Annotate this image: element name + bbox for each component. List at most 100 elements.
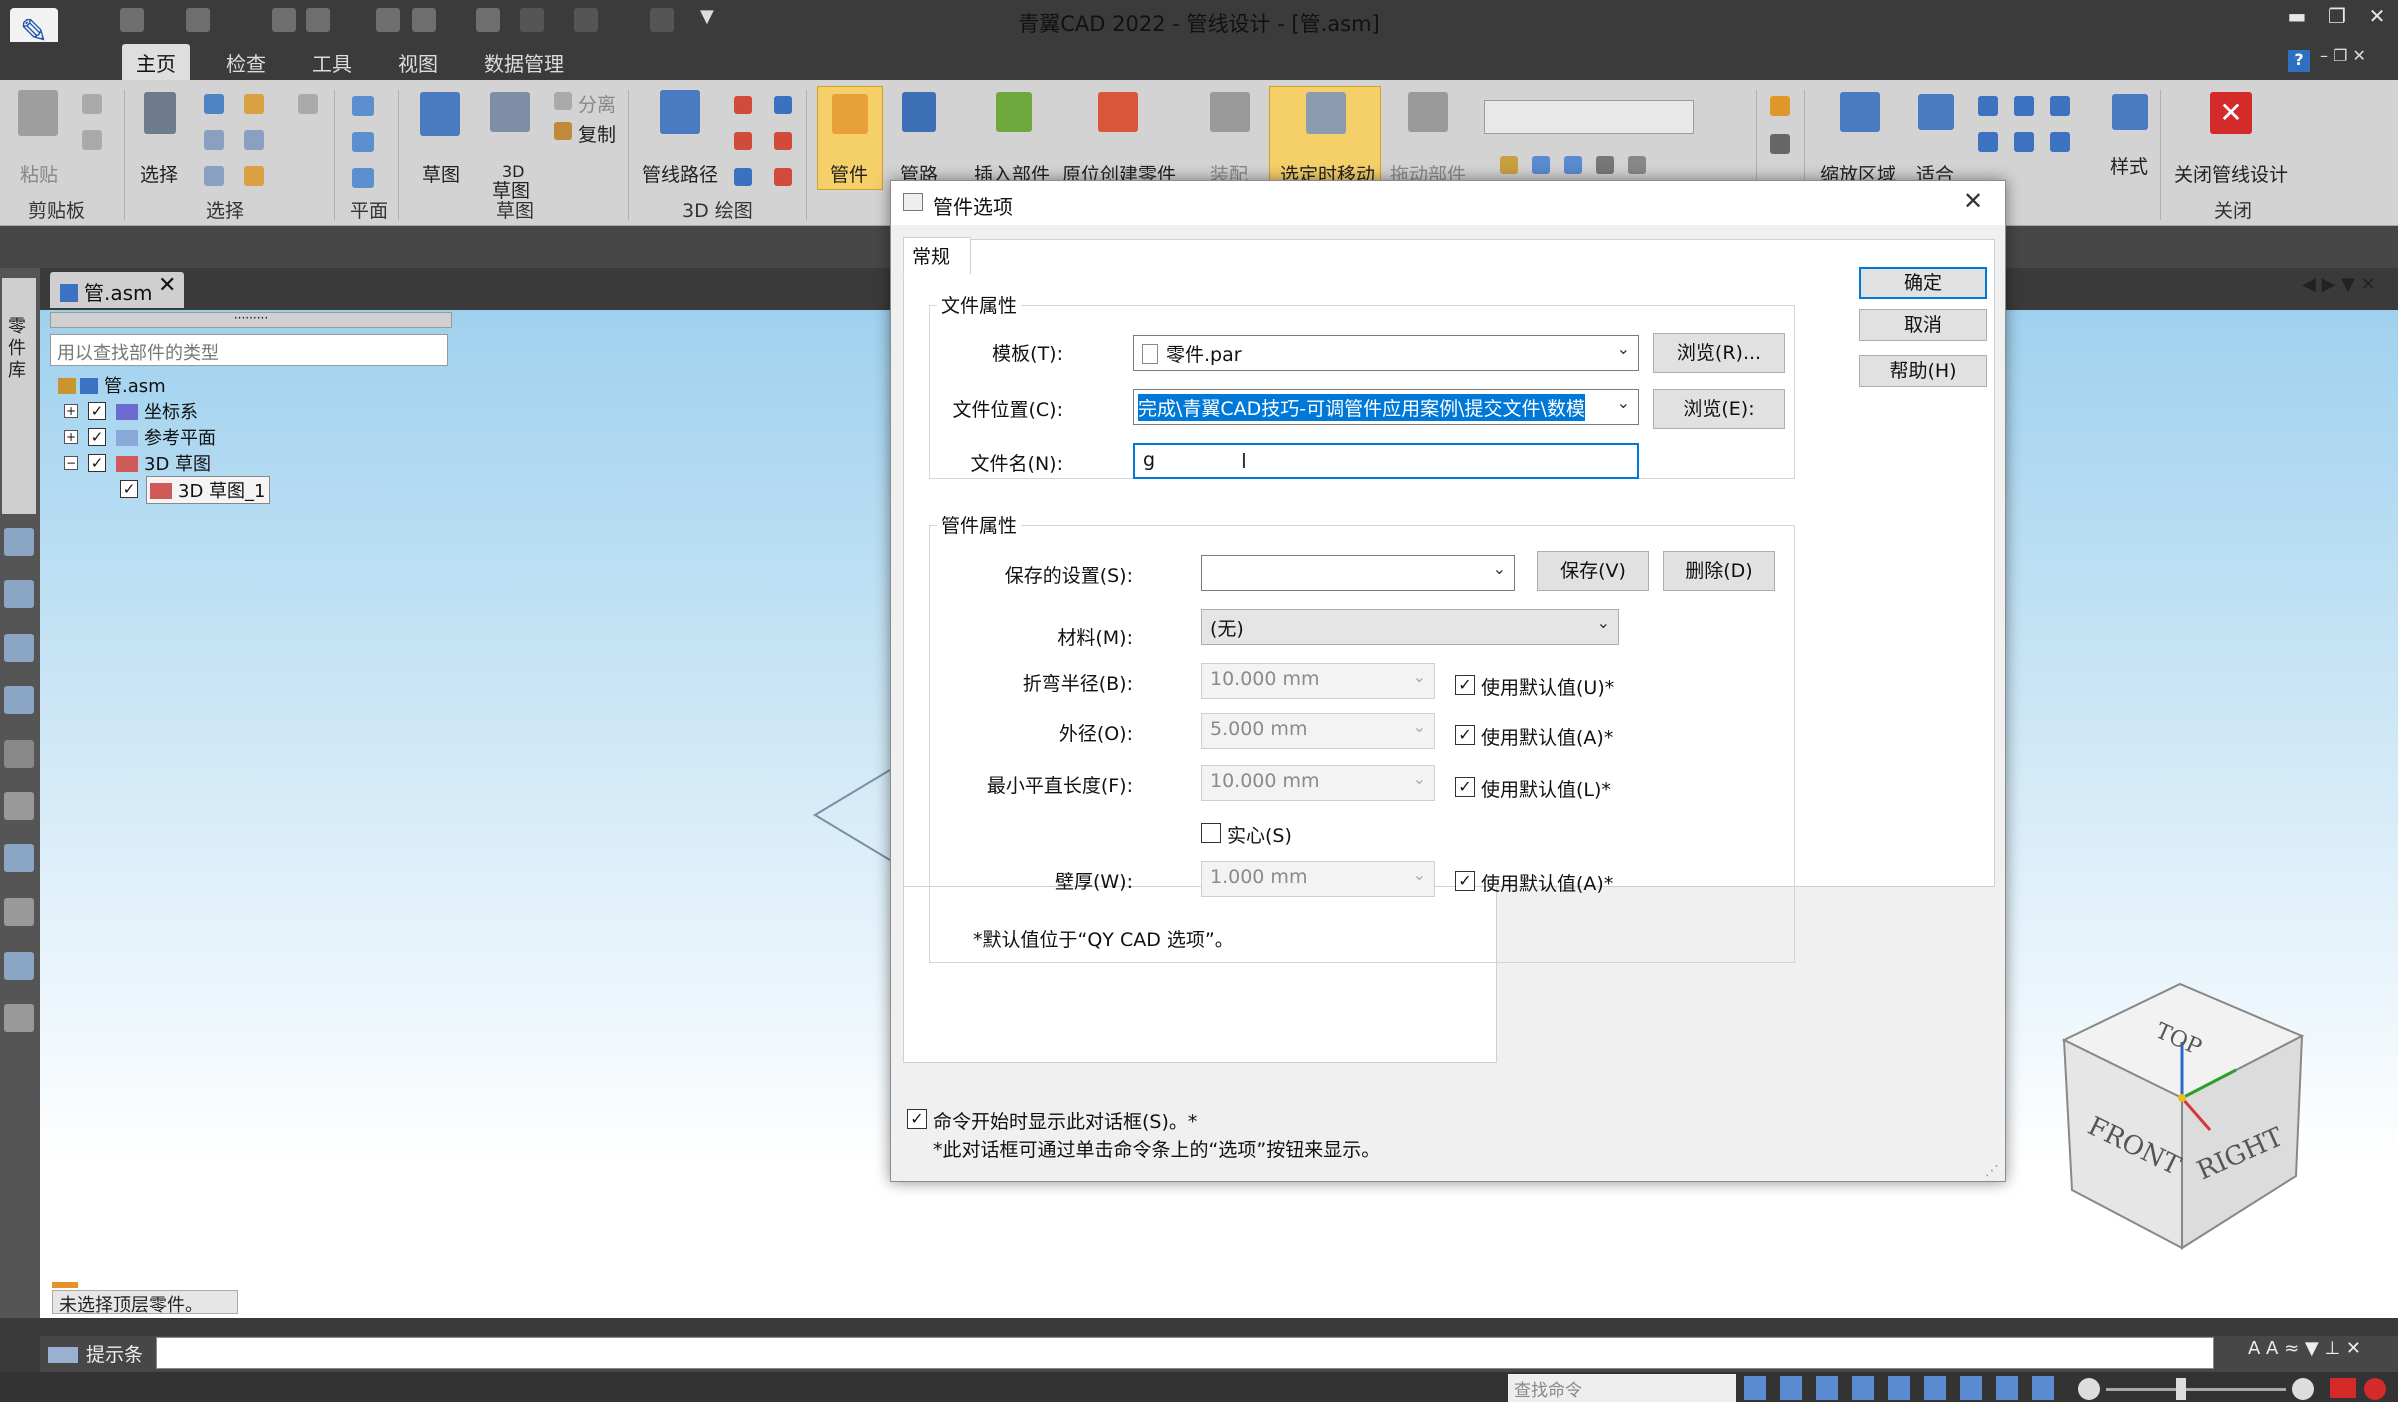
measure-icon[interactable] (1770, 134, 1790, 154)
wall-thickness-default-checkbox[interactable]: ✓ (1455, 871, 1475, 891)
show-on-start-checkbox[interactable]: ✓ (907, 1109, 927, 1129)
tab-inspect[interactable]: 检查 (212, 44, 280, 80)
copy-sketch-icon[interactable] (554, 122, 572, 140)
restore-icon[interactable]: ❐ (2322, 4, 2352, 34)
view-cube[interactable]: TOP FRONT RIGHT (2050, 980, 2310, 1250)
left-tool-icon[interactable] (4, 952, 34, 980)
document-tab-controls[interactable]: ◀ ▶ ▼ ✕ (2302, 274, 2376, 295)
solid-checkbox[interactable] (1201, 823, 1221, 843)
camera-icon[interactable] (1596, 156, 1614, 174)
view-tool-icon[interactable] (2014, 96, 2034, 116)
close-pipe-design-icon[interactable]: ✕ (2210, 92, 2252, 134)
sketch-3d-icon[interactable] (490, 92, 530, 132)
drag-part-icon[interactable] (1408, 92, 1448, 132)
zoom-icon[interactable] (1978, 96, 1998, 116)
move-on-select-icon[interactable] (1306, 92, 1346, 134)
select-misc-icon[interactable] (298, 94, 318, 114)
wall-thickness-input[interactable]: 1.000 mm ⌄ (1201, 861, 1435, 897)
create-in-place-icon[interactable] (1098, 92, 1138, 132)
assembly-tool-icon[interactable] (1500, 156, 1518, 174)
template-select[interactable]: 零件.par ⌄ (1133, 335, 1639, 371)
window-close-icon[interactable]: ✕ (2362, 4, 2392, 34)
prompt-input[interactable] (156, 1337, 2214, 1369)
material-select[interactable]: (无) ⌄ (1201, 609, 1619, 645)
zoom-out-icon[interactable] (2078, 1378, 2100, 1400)
zoom-slider[interactable] (2106, 1388, 2286, 1391)
left-tool-icon[interactable] (4, 686, 34, 714)
tree-item-root[interactable]: 管.asm (58, 372, 166, 398)
visibility-checkbox[interactable]: ✓ (88, 402, 106, 420)
select-extra-icon[interactable] (244, 166, 264, 186)
rectangle-icon[interactable] (734, 132, 752, 150)
wrench-icon[interactable] (4, 792, 34, 820)
zoom-in-icon[interactable] (2292, 1378, 2314, 1400)
collapse-icon[interactable]: − (64, 456, 78, 470)
view-tools-strip[interactable] (1744, 1376, 2064, 1400)
left-tool-icon[interactable] (4, 898, 34, 926)
minimize-icon[interactable]: ▬ (2282, 4, 2312, 34)
pipe-icon[interactable] (902, 92, 936, 132)
left-tool-icon[interactable] (4, 844, 34, 872)
part-finder-search-input[interactable]: 用以查找部件的类型 (50, 334, 448, 366)
tree-item-3d-sketch[interactable]: 3D 草图 (116, 450, 211, 476)
tree-item-3d-sketch-1[interactable]: 3D 草图_1 (146, 476, 270, 504)
filename-input[interactable]: g (1133, 443, 1639, 479)
filter-icon[interactable] (204, 94, 224, 114)
dialog-close-icon[interactable]: ✕ (1963, 187, 1983, 215)
find-command-input[interactable]: 查找命令 (1508, 1374, 1736, 1402)
paste-icon[interactable] (18, 90, 58, 136)
line-icon[interactable] (734, 96, 752, 114)
browse-template-button[interactable]: 浏览(R)... (1653, 333, 1785, 373)
insert-part-icon[interactable] (996, 92, 1032, 132)
grid-icon[interactable] (1770, 96, 1790, 116)
select-group-icon[interactable] (204, 130, 224, 150)
save-settings-button[interactable]: 保存(V) (1537, 551, 1649, 591)
select-tool-icon[interactable] (244, 94, 264, 114)
outer-diameter-default-checkbox[interactable]: ✓ (1455, 725, 1475, 745)
circle-icon[interactable] (774, 132, 792, 150)
assembly-tool-icon[interactable] (1532, 156, 1550, 174)
ribbon-window-controls[interactable]: – ❐ ✕ (2320, 46, 2366, 65)
comment-icon[interactable] (4, 1004, 34, 1032)
doc-tab-close-icon[interactable]: ✕ (158, 273, 176, 298)
expand-icon[interactable]: + (64, 430, 78, 444)
visibility-checkbox[interactable]: ✓ (88, 428, 106, 446)
sketch-icon[interactable] (420, 92, 460, 136)
parts-library-tab[interactable] (2, 278, 36, 514)
select-arrow-icon[interactable] (144, 92, 176, 134)
view-tool-icon[interactable] (1978, 132, 1998, 152)
visibility-checkbox[interactable]: ✓ (120, 480, 138, 498)
zoom-slider-thumb[interactable] (2176, 1378, 2186, 1400)
delete-settings-button[interactable]: 删除(D) (1663, 551, 1775, 591)
view-tool-icon[interactable] (2050, 96, 2070, 116)
tree-item-reference-planes[interactable]: 参考平面 (116, 424, 216, 450)
select-sub-icon[interactable] (244, 130, 264, 150)
cancel-button[interactable]: 取消 (1859, 309, 1987, 341)
video-icon[interactable] (2330, 1378, 2356, 1398)
view-tool-icon[interactable] (2014, 132, 2034, 152)
visibility-checkbox[interactable]: ✓ (88, 454, 106, 472)
fillet-icon[interactable] (734, 168, 752, 186)
view-tool-icon[interactable] (2050, 132, 2070, 152)
record-icon[interactable] (2364, 1378, 2386, 1400)
min-straight-length-input[interactable]: 10.000 mm ⌄ (1201, 765, 1435, 801)
ok-button[interactable]: 确定 (1859, 267, 1987, 299)
bend-radius-default-checkbox[interactable]: ✓ (1455, 675, 1475, 695)
left-tool-icon[interactable] (4, 740, 34, 768)
resize-grip-icon[interactable]: ⋰ (1985, 1163, 1999, 1179)
tab-tools[interactable]: 工具 (298, 44, 366, 80)
bend-radius-input[interactable]: 10.000 mm ⌄ (1201, 663, 1435, 699)
curve-icon[interactable] (774, 168, 792, 186)
copy-icon[interactable] (82, 130, 102, 150)
arc-icon[interactable] (774, 96, 792, 114)
file-location-select[interactable]: 完成\青翼CAD技巧-可调管件应用案例\提交文件\数模 ⌄ (1133, 389, 1639, 425)
assembly-tool-icon[interactable] (1564, 156, 1582, 174)
tree-item-coordinate-system[interactable]: 坐标系 (116, 398, 198, 424)
zoom-area-icon[interactable] (1840, 92, 1880, 132)
assembly-tool-icon[interactable] (1628, 156, 1646, 174)
browse-location-button[interactable]: 浏览(E): (1653, 389, 1785, 429)
outer-diameter-input[interactable]: 5.000 mm ⌄ (1201, 713, 1435, 749)
tab-home[interactable]: 主页 (122, 44, 190, 80)
help-button[interactable]: 帮助(H) (1859, 355, 1987, 387)
help-topic-icon[interactable] (4, 580, 34, 608)
